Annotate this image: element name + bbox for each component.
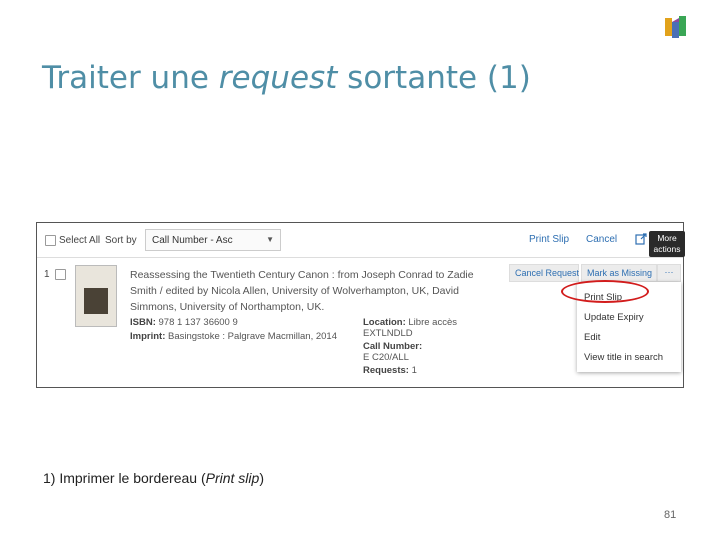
record-checkbox[interactable] [55,269,66,280]
print-slip-button[interactable]: Print Slip [529,234,569,245]
record-index: 1 [44,269,50,280]
menu-item-update-expiry[interactable]: Update Expiry [584,312,644,323]
select-all-checkbox[interactable] [45,235,56,246]
alma-screenshot: Select All Sort by Call Number - Asc ▼ P… [36,222,685,388]
sort-by-label: Sort by [105,235,137,246]
sort-select-value: Call Number - Asc [152,235,233,246]
more-actions-tooltip: More actions [649,231,685,257]
isbn: ISBN: 978 1 137 36600 9 [130,317,238,328]
location: Location: Libre accès [363,317,457,328]
results-toolbar: Select All Sort by Call Number - Asc ▼ P… [37,223,685,258]
slide-caption: 1) Imprimer le bordereau (Print slip) [43,470,264,486]
institution-logo [665,16,686,38]
highlight-circle [561,280,649,303]
menu-item-edit[interactable]: Edit [584,332,600,343]
record-title-line[interactable]: Reassessing the Twentieth Century Canon … [130,269,474,281]
call-number-label: Call Number: [363,341,423,352]
cancel-request-button[interactable]: Cancel Request [509,264,579,282]
export-icon[interactable] [635,233,647,245]
more-actions-button[interactable]: ··· [657,264,681,282]
imprint: Imprint: Basingstoke : Palgrave Macmilla… [130,331,337,342]
menu-item-view-title-in-search[interactable]: View title in search [584,352,663,363]
select-all-label[interactable]: Select All [59,235,100,246]
location-code: EXTLNDLD [363,328,413,339]
record-title-line[interactable]: Simmons, University of Northampton, UK. [130,301,324,313]
sort-select[interactable]: Call Number - Asc ▼ [145,229,281,251]
mark-as-missing-button[interactable]: Mark as Missing [581,264,657,282]
record-title-line[interactable]: Smith / edited by Nicola Allen, Universi… [130,285,459,297]
call-number-value: E C20/ALL [363,352,409,363]
cancel-button[interactable]: Cancel [586,234,617,245]
book-cover [75,265,117,327]
chevron-down-icon: ▼ [266,235,274,244]
slide-title: Traiter une request sortante (1) [42,60,531,96]
requests: Requests: 1 [363,365,417,376]
page-number: 81 [664,509,677,521]
